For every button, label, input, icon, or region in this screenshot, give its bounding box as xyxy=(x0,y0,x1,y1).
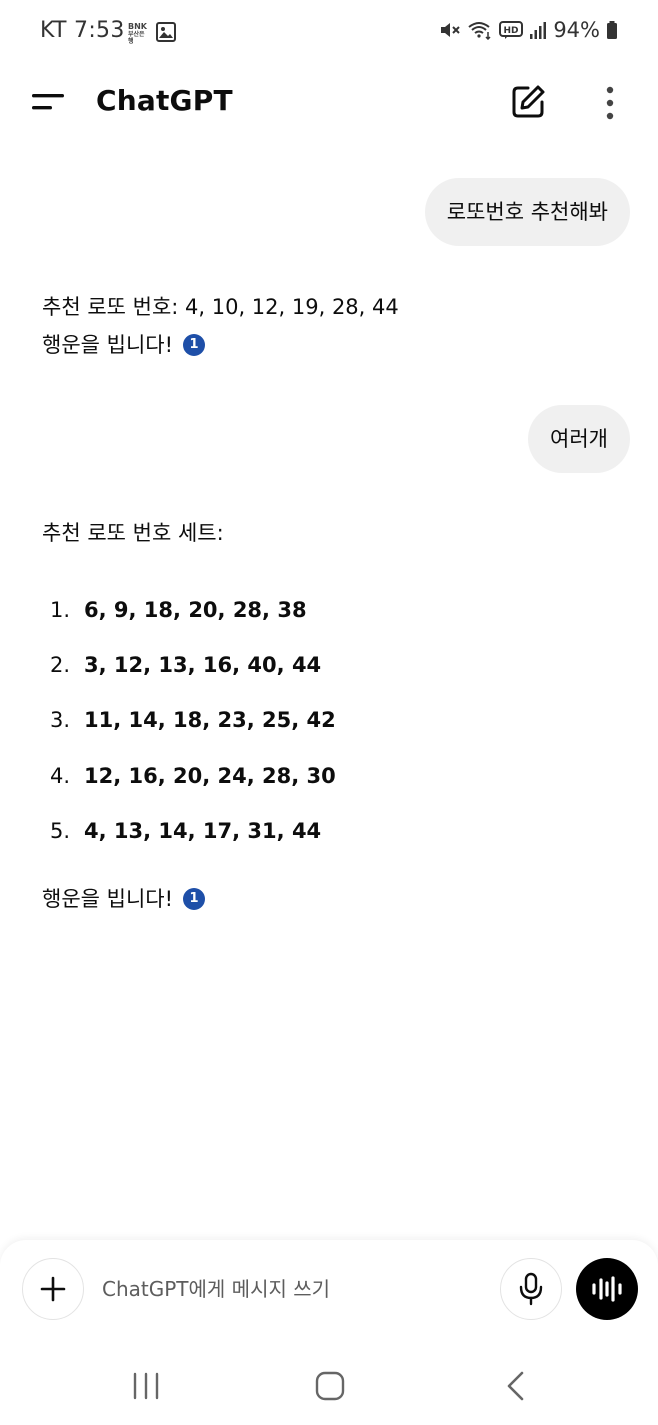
more-options-button[interactable] xyxy=(596,82,624,122)
lotto-numbers: 4, 13, 14, 17, 31, 44 xyxy=(84,818,322,843)
list-index: 3. xyxy=(49,708,70,733)
list-index: 1. xyxy=(49,597,70,622)
assistant-message: 추천 로또 번호 세트: 1. 6, 9, 18, 20, 28, 38 2. 3,… xyxy=(42,514,622,918)
assistant-text-line: 추천 로또 번호: 4, 10, 12, 19, 28, 44 xyxy=(42,295,399,319)
voice-mode-icon xyxy=(592,1276,622,1302)
menu-button[interactable] xyxy=(26,84,70,120)
recent-apps-button[interactable] xyxy=(130,1372,162,1404)
plus-icon xyxy=(40,1276,66,1302)
menu-icon xyxy=(32,94,64,110)
citation-badge[interactable]: 1 xyxy=(183,334,206,356)
status-bar: KT 7:53 BNK 부산은행 HD 94% xyxy=(0,0,658,64)
list-item: 4. 12, 16, 20, 24, 28, 30 xyxy=(42,748,622,803)
assistant-text-line: 행운을 빕니다! 1 xyxy=(42,326,622,364)
system-navigation-bar xyxy=(0,1340,658,1425)
lotto-numbers: 6, 9, 18, 20, 28, 38 xyxy=(84,597,307,622)
carrier-time: KT 7:53 xyxy=(40,18,125,43)
bank-notification-icon: BNK 부산은행 xyxy=(128,22,147,45)
home-icon xyxy=(315,1371,345,1401)
voice-mode-button[interactable] xyxy=(576,1258,638,1320)
more-vertical-icon xyxy=(606,86,614,120)
new-chat-button[interactable] xyxy=(508,82,548,122)
list-item: 3. 11, 14, 18, 23, 25, 42 xyxy=(42,693,622,748)
dictation-button[interactable] xyxy=(500,1258,562,1320)
recent-apps-icon xyxy=(133,1372,159,1400)
gallery-notification-icon xyxy=(156,22,176,46)
back-icon xyxy=(507,1371,524,1401)
list-index: 2. xyxy=(49,652,70,677)
lotto-set-list: 1. 6, 9, 18, 20, 28, 38 2. 3, 12, 13, 16, … xyxy=(42,582,622,858)
assistant-closing-text: 행운을 빕니다! xyxy=(42,333,174,357)
assistant-heading: 추천 로또 번호 세트: xyxy=(42,521,224,545)
app-header: ChatGPT xyxy=(0,64,658,140)
battery-icon xyxy=(606,20,618,40)
attach-button[interactable] xyxy=(22,1258,84,1320)
list-item: 2. 3, 12, 13, 16, 40, 44 xyxy=(42,637,622,692)
status-icons: HD 94% xyxy=(439,18,618,42)
lotto-numbers: 3, 12, 13, 16, 40, 44 xyxy=(84,652,322,677)
citation-badge[interactable]: 1 xyxy=(183,888,206,911)
hd-voice-icon: HD xyxy=(499,20,524,40)
lotto-numbers: 12, 16, 20, 24, 28, 30 xyxy=(84,763,336,788)
message-input[interactable] xyxy=(102,1266,482,1312)
assistant-text-line: 행운을 빕니다! 1 xyxy=(42,880,622,918)
assistant-message: 추천 로또 번호: 4, 10, 12, 19, 28, 44 행운을 빕니다!… xyxy=(42,288,622,364)
home-button[interactable] xyxy=(314,1370,346,1406)
mute-icon xyxy=(439,20,461,40)
battery-percent: 94% xyxy=(553,18,600,42)
edit-icon xyxy=(512,85,545,118)
svg-text:HD: HD xyxy=(504,26,519,36)
back-button[interactable] xyxy=(502,1370,530,1406)
signal-icon xyxy=(529,20,547,40)
lotto-numbers: 11, 14, 18, 23, 25, 42 xyxy=(84,708,336,733)
list-index: 5. xyxy=(49,818,70,843)
list-index: 4. xyxy=(49,763,70,788)
message-composer xyxy=(0,1240,658,1340)
wifi-icon xyxy=(467,20,493,40)
user-message[interactable]: 여러개 xyxy=(528,405,630,473)
list-item: 5. 4, 13, 14, 17, 31, 44 xyxy=(42,803,622,858)
assistant-closing-text: 행운을 빕니다! xyxy=(42,887,174,912)
app-title: ChatGPT xyxy=(96,84,233,117)
list-item: 1. 6, 9, 18, 20, 28, 38 xyxy=(42,582,622,637)
microphone-icon xyxy=(519,1272,543,1306)
user-message[interactable]: 로또번호 추천해봐 xyxy=(424,178,630,246)
